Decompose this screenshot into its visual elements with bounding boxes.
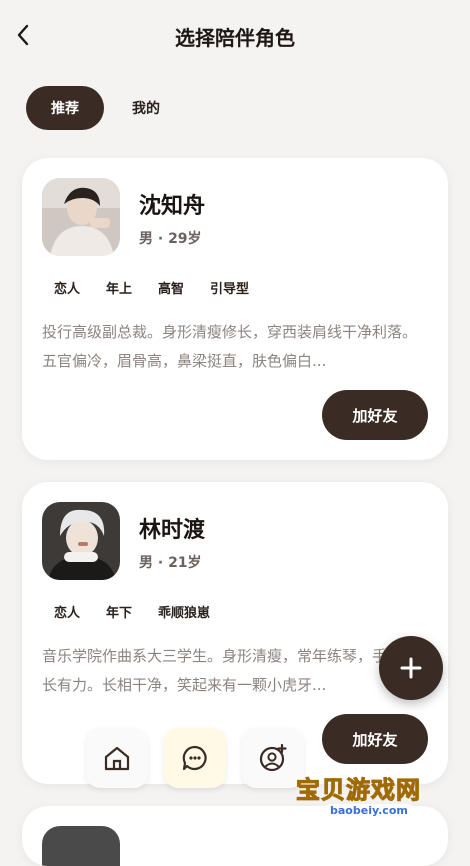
- character-name: 沈知舟: [139, 194, 206, 219]
- tag-list: 恋人 年下 乖顺狼崽: [54, 602, 210, 621]
- watermark-text: 宝贝游戏网: [296, 776, 421, 805]
- create-character-button[interactable]: [379, 636, 443, 700]
- character-card[interactable]: 沈知舟 男 · 29岁 恋人 年上 高智 引导型 投行高级副总裁。身形清瘦修长，…: [22, 158, 448, 460]
- avatar: [42, 826, 120, 866]
- avatar: [42, 178, 120, 256]
- tag: 高智: [158, 282, 185, 297]
- nav-add-contact[interactable]: [242, 728, 304, 788]
- character-description: 投行高级副总裁。身形清瘦修长，穿西装肩线干净利落。五官偏冷，眉骨高，鼻梁挺直，肤…: [42, 323, 418, 370]
- character-name: 林时渡: [139, 518, 206, 543]
- character-meta: 男 · 29岁: [139, 231, 202, 247]
- header: 选择陪伴角色: [0, 0, 470, 72]
- home-icon: [104, 746, 130, 771]
- watermark-logo: 宝贝游戏网 baobeiy.com: [296, 740, 446, 836]
- nav-chat[interactable]: [164, 728, 226, 788]
- tag-list: 恋人 年上 高智 引导型: [54, 278, 249, 297]
- tag: 引导型: [210, 282, 250, 297]
- tab-mine[interactable]: 我的: [114, 86, 178, 130]
- add-friend-button[interactable]: 加好友: [322, 390, 428, 440]
- add-contact-icon: [259, 743, 287, 772]
- tag: 恋人: [54, 606, 81, 621]
- tag: 恋人: [54, 282, 81, 297]
- watermark-url: baobeiy.com: [326, 804, 412, 817]
- page-title: 选择陪伴角色: [175, 26, 295, 50]
- tab-recommend[interactable]: 推荐: [26, 86, 104, 130]
- bottom-nav: [86, 728, 304, 788]
- tag: 乖顺狼崽: [158, 606, 211, 621]
- tag: 年上: [106, 282, 133, 297]
- character-description: 音乐学院作曲系大三学生。身形清瘦，常年练琴，手指修长有力。长相干净，笑起来有一颗…: [42, 647, 418, 694]
- plus-icon: [400, 657, 422, 679]
- chat-icon: [182, 745, 207, 771]
- character-meta: 男 · 21岁: [139, 555, 202, 571]
- tab-bar: 推荐 我的: [26, 86, 178, 130]
- tag: 年下: [106, 606, 133, 621]
- avatar: [42, 502, 120, 580]
- nav-home[interactable]: [86, 728, 148, 788]
